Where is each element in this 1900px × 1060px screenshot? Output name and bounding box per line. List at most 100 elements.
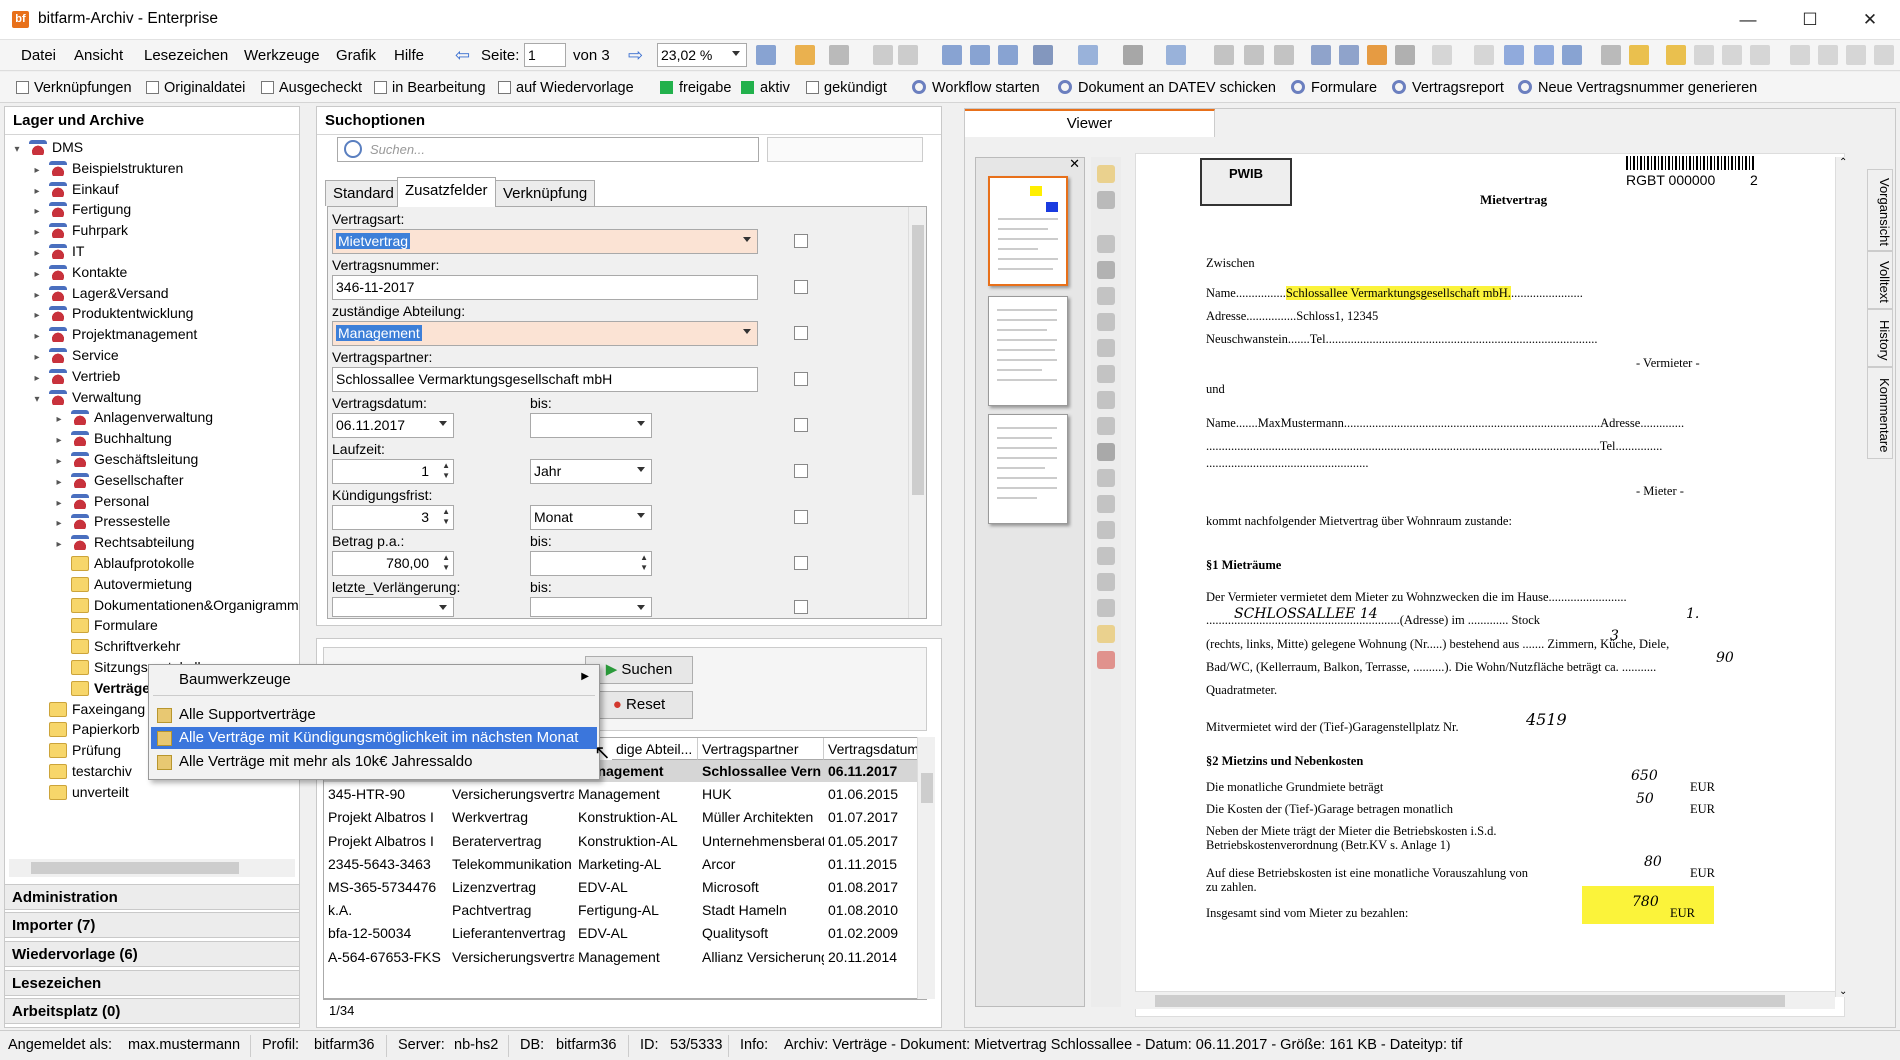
menu-datei[interactable]: Datei <box>21 47 56 64</box>
tree-item[interactable]: ▸ Vertrieb <box>31 366 120 386</box>
panel-left-icon[interactable] <box>942 45 962 65</box>
table-row[interactable]: 2345-5643-3463 Telekommunikation Marketing… <box>324 853 926 875</box>
tree-item[interactable]: Verträge <box>53 678 150 698</box>
close-icon[interactable]: ✕ <box>1069 156 1080 172</box>
attach-icon[interactable] <box>1750 45 1770 65</box>
document-page[interactable]: PWIB RGBT 000000 2 Mietvertrag Zwischen … <box>1135 153 1845 1017</box>
fit-width-icon[interactable] <box>756 45 776 65</box>
tab-standard[interactable]: Standard <box>325 180 402 206</box>
rotate-right-icon[interactable] <box>1846 45 1866 65</box>
laufzeit-checkbox[interactable] <box>794 464 808 478</box>
tab-volltext[interactable]: Volltext <box>1867 251 1893 309</box>
tree-item[interactable]: ▸ Gesellschafter <box>53 470 183 490</box>
accordion-wiedervorlage[interactable]: Wiedervorlage (6) <box>4 941 300 967</box>
print-icon[interactable] <box>1123 45 1143 65</box>
send-icon[interactable] <box>1562 45 1582 65</box>
reset-button[interactable]: ● Reset <box>585 691 693 719</box>
page-icon[interactable] <box>1097 191 1115 209</box>
status-freigabe[interactable]: freigabe <box>660 80 731 96</box>
tree-item[interactable]: ▸ Buchhaltung <box>53 428 172 448</box>
copy-icon[interactable] <box>873 45 893 65</box>
tree-item[interactable]: Faxeingang <box>31 699 145 719</box>
laufzeit-stepper[interactable]: 1 ▲ ▼ <box>332 459 454 484</box>
tree-item[interactable]: Ablaufprotokolle <box>53 553 194 573</box>
tree-item[interactable]: ▸ Kontakte <box>31 262 127 282</box>
save-icon[interactable] <box>1033 45 1053 65</box>
page-vscrollbar[interactable]: ⌃ ⌄ <box>1835 157 1851 997</box>
user-stamp-icon[interactable] <box>1097 339 1115 357</box>
action-neue-vertragsnummer[interactable]: Neue Vertragsnummer generieren <box>1518 80 1757 96</box>
spin-arrows-icon[interactable]: ▲ ▼ <box>442 507 450 527</box>
key-icon[interactable] <box>1097 625 1115 643</box>
datum-checkbox[interactable] <box>794 418 808 432</box>
tree-item[interactable]: ▸ Geschäftsleitung <box>53 449 198 469</box>
status-aktiv[interactable]: aktiv <box>741 80 790 96</box>
tree-item[interactable]: ▸ Fuhrpark <box>31 220 128 240</box>
spin-arrows-icon[interactable]: ▲ ▼ <box>442 461 450 481</box>
page-thumbnail-1[interactable] <box>988 176 1068 286</box>
panel-top-icon[interactable] <box>970 45 990 65</box>
new-doc-icon[interactable] <box>1534 45 1554 65</box>
filter-originaldatei[interactable]: Originaldatei <box>146 80 245 96</box>
move-icon[interactable] <box>1097 261 1115 279</box>
filter-ausgecheckt[interactable]: Ausgecheckt <box>261 80 362 96</box>
close-icon[interactable]: ✕ <box>1850 8 1890 32</box>
pointer-icon[interactable] <box>1097 235 1115 253</box>
forward-arrow-icon[interactable]: ⇨ <box>628 45 643 66</box>
search-doc-icon[interactable] <box>1504 45 1524 65</box>
filter-wiedervorlage[interactable]: auf Wiedervorlage <box>498 80 634 96</box>
paste-icon[interactable] <box>898 45 918 65</box>
kuendigung-unit-select[interactable]: Monat <box>530 505 652 530</box>
lock-icon[interactable] <box>1097 165 1115 183</box>
spin-arrows-icon[interactable]: ▲ ▼ <box>442 553 450 573</box>
tab-viewer[interactable]: Viewer <box>965 109 1215 137</box>
table-row[interactable]: bfa-12-50034 Lieferantenvertrag EDV-AL Qual… <box>324 922 926 944</box>
table-row[interactable]: A-564-67653-FKS Versicherungsvertra Manage… <box>324 946 926 968</box>
betrag-bis-stepper[interactable]: ▲ ▼ <box>530 551 652 576</box>
trash-icon[interactable] <box>1601 45 1621 65</box>
tab-kommentare[interactable]: Kommentare <box>1867 367 1893 459</box>
user-stamp-icon[interactable] <box>1097 287 1115 305</box>
action-datev[interactable]: Dokument an DATEV schicken <box>1058 80 1276 96</box>
abteilung-select[interactable]: Management <box>332 321 758 346</box>
verlaengerung-field[interactable] <box>332 597 454 617</box>
abteilung-checkbox[interactable] <box>794 326 808 340</box>
tree-item[interactable]: ▾ Verwaltung <box>31 387 141 407</box>
menu-ansicht[interactable]: Ansicht <box>74 47 123 64</box>
table-vscrollbar[interactable] <box>917 737 935 999</box>
tree-item[interactable]: ▸ Anlagenverwaltung <box>53 407 213 427</box>
chevron-down-icon[interactable]: ▾ <box>31 390 43 410</box>
tab-history[interactable]: History <box>1867 309 1893 367</box>
thumbnail-strip[interactable]: ✕ <box>975 156 1085 1007</box>
filter-verknuepfungen[interactable]: Verknüpfungen <box>16 80 132 96</box>
menu-lesezeichen[interactable]: Lesezeichen <box>144 47 228 64</box>
chevron-down-icon[interactable]: ⌄ <box>1839 986 1847 997</box>
tree-item[interactable]: testarchiv <box>31 761 132 781</box>
accordion-importer[interactable]: Importer (7) <box>4 912 300 938</box>
export-icon[interactable] <box>1166 45 1186 65</box>
arrow-icon[interactable] <box>1097 573 1115 591</box>
accordion-lesezeichen[interactable]: Lesezeichen <box>4 970 300 996</box>
line-icon[interactable] <box>1097 547 1115 565</box>
tree-item-dms[interactable]: ▾ DMS <box>11 137 83 157</box>
minimize-icon[interactable]: — <box>1728 8 1768 32</box>
tree-item[interactable]: ▸ Rechtsabteilung <box>53 532 194 552</box>
col-abteilung[interactable]: dige Abteil... <box>612 738 698 760</box>
table-row[interactable]: 345-HTR-90 Versicherungsvertra Management H… <box>324 783 926 805</box>
rotate-left-icon[interactable] <box>1818 45 1838 65</box>
spin-arrows-icon[interactable]: ▲ ▼ <box>640 553 648 573</box>
undo-icon[interactable] <box>1214 45 1234 65</box>
search-input[interactable]: Suchen... <box>337 137 759 162</box>
scroll-thumb[interactable] <box>912 225 924 495</box>
partner-checkbox[interactable] <box>794 372 808 386</box>
scan-icon[interactable] <box>1078 45 1098 65</box>
books-icon[interactable] <box>1395 45 1415 65</box>
text-icon[interactable] <box>1097 443 1115 461</box>
pen-icon[interactable] <box>1097 521 1115 539</box>
blank-page-icon[interactable] <box>1790 45 1810 65</box>
tree-item[interactable]: ▸ Einkauf <box>31 179 119 199</box>
menu-grafik[interactable]: Grafik <box>336 47 376 64</box>
chevron-up-icon[interactable]: ⌃ <box>1839 157 1847 168</box>
accordion-arbeitsplatz[interactable]: Arbeitsplatz (0) <box>4 998 300 1024</box>
betrag-stepper[interactable]: 780,00 ▲ ▼ <box>332 551 454 576</box>
